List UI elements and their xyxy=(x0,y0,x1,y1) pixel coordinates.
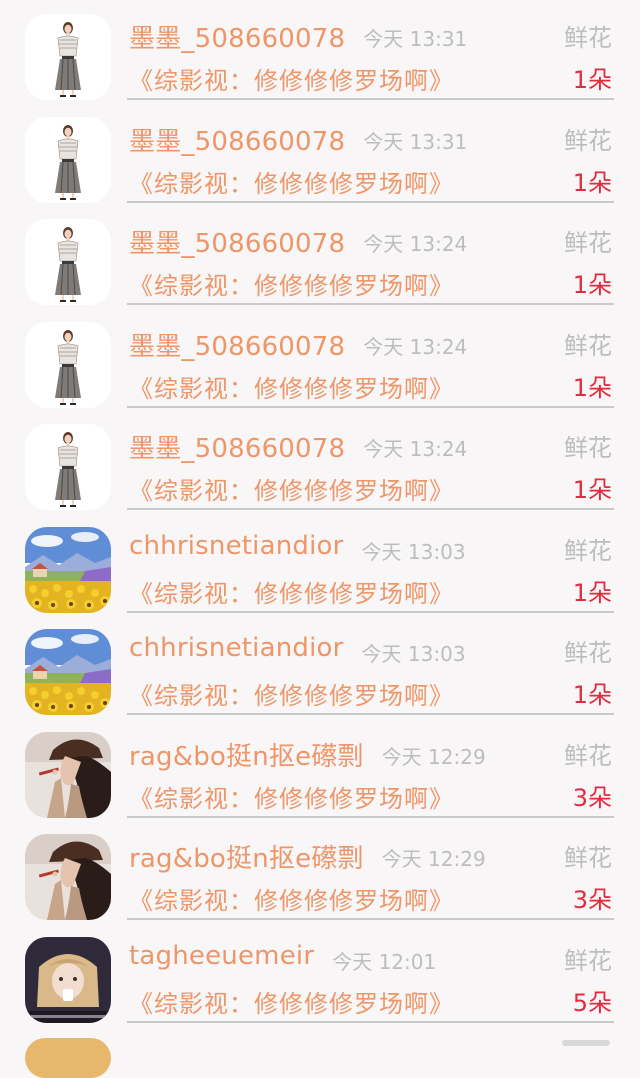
work-title[interactable]: 《综影视：修修修修罗场啊》 xyxy=(129,266,454,301)
landscape-painting-avatar[interactable] xyxy=(25,526,111,613)
gift-record-list: 墨墨_508660078 今天 13:31 鲜花 《综影视：修修修修罗场啊》 1… xyxy=(0,0,640,1025)
list-item[interactable]: chhrisnetiandior 今天 13:03 鲜花 《综影视：修修修修罗场… xyxy=(0,615,640,718)
gift-type: 鲜花 xyxy=(564,331,612,360)
sender-name[interactable]: 墨墨_508660078 xyxy=(129,428,345,465)
timestamp: 今天 12:29 xyxy=(381,744,486,769)
work-title[interactable]: 《综影视：修修修修罗场啊》 xyxy=(129,881,454,916)
gift-count: 1朵 xyxy=(572,578,612,607)
gift-count: 1朵 xyxy=(572,66,612,94)
list-item[interactable]: 墨墨_508660078 今天 13:24 鲜花 《综影视：修修修修罗场啊》 1… xyxy=(0,205,640,308)
list-item[interactable]: tagheeuemeir 今天 12:01 鲜花 《综影视：修修修修罗场啊》 5… xyxy=(0,923,640,1026)
divider xyxy=(127,918,614,920)
timestamp: 今天 13:03 xyxy=(361,642,466,666)
gift-type: 鲜花 xyxy=(564,946,612,975)
sender-name[interactable]: tagheeuemeir xyxy=(129,941,314,971)
woman-hat-avatar[interactable] xyxy=(25,731,111,818)
divider xyxy=(127,815,614,818)
sender-name[interactable]: chhrisnetiandior xyxy=(129,531,344,561)
list-item[interactable]: 墨墨_508660078 今天 13:24 鲜花 《综影视：修修修修罗场啊》 1… xyxy=(0,308,640,411)
work-title[interactable]: 《综影视：修修修修罗场啊》 xyxy=(129,676,454,711)
list-item[interactable]: 墨墨_508660078 今天 13:24 鲜花 《综影视：修修修修罗场啊》 1… xyxy=(0,410,640,513)
list-item[interactable]: 墨墨_508660078 今天 13:31 鲜花 《综影视：修修修修罗场啊》 1… xyxy=(0,103,640,206)
divider xyxy=(127,713,614,715)
gift-type: 鲜花 xyxy=(564,229,612,257)
fashion-girl-avatar[interactable] xyxy=(25,321,111,408)
gift-count: 1朵 xyxy=(572,168,612,197)
sender-name[interactable]: 墨墨_508660078 xyxy=(129,223,345,260)
work-title[interactable]: 《综影视：修修修修罗场啊》 xyxy=(129,984,454,1019)
list-item[interactable]: rag&bo挺n抠e礤剽 今天 12:29 鲜花 《综影视：修修修修罗场啊》 3… xyxy=(0,820,640,923)
gift-count: 5朵 xyxy=(572,988,612,1017)
gift-count: 1朵 xyxy=(572,373,612,402)
fashion-girl-avatar[interactable] xyxy=(25,424,111,510)
divider xyxy=(127,303,614,305)
sender-name[interactable]: chhrisnetiandior xyxy=(129,633,344,663)
work-title[interactable]: 《综影视：修修修修罗场啊》 xyxy=(129,369,454,404)
timestamp: 今天 13:24 xyxy=(363,334,468,359)
gift-count: 1朵 xyxy=(572,271,612,299)
timestamp: 今天 13:24 xyxy=(363,232,468,256)
sender-name[interactable]: 墨墨_508660078 xyxy=(129,121,345,158)
next-row-avatar-partial[interactable] xyxy=(25,1038,111,1078)
gift-type: 鲜花 xyxy=(564,24,612,52)
gift-count: 1朵 xyxy=(572,681,612,709)
divider xyxy=(127,405,614,408)
work-title[interactable]: 《综影视：修修修修罗场啊》 xyxy=(129,164,454,199)
work-title[interactable]: 《综影视：修修修修罗场啊》 xyxy=(129,779,454,814)
sender-name[interactable]: 墨墨_508660078 xyxy=(129,18,345,55)
timestamp: 今天 13:03 xyxy=(361,539,466,564)
gift-type: 鲜花 xyxy=(564,536,612,565)
gift-count: 3朵 xyxy=(572,783,612,812)
timestamp: 今天 13:31 xyxy=(363,27,468,51)
timestamp: 今天 13:31 xyxy=(363,129,468,154)
fashion-girl-avatar[interactable] xyxy=(25,116,111,203)
gift-count: 1朵 xyxy=(572,476,612,504)
sender-name[interactable]: rag&bo挺n抠e礤剽 xyxy=(129,736,364,773)
fashion-girl-avatar[interactable] xyxy=(25,14,111,100)
timestamp: 今天 12:01 xyxy=(332,949,437,974)
landscape-painting-avatar[interactable] xyxy=(25,629,111,715)
divider xyxy=(127,98,614,100)
gift-type: 鲜花 xyxy=(564,434,612,462)
gift-type: 鲜花 xyxy=(564,741,612,770)
blonde-girl-avatar[interactable] xyxy=(25,936,111,1023)
fashion-girl-avatar[interactable] xyxy=(25,219,111,305)
list-item[interactable]: 墨墨_508660078 今天 13:31 鲜花 《综影视：修修修修罗场啊》 1… xyxy=(0,0,640,103)
work-title[interactable]: 《综影视：修修修修罗场啊》 xyxy=(129,61,454,96)
timestamp: 今天 13:24 xyxy=(363,437,468,461)
sender-name[interactable]: rag&bo挺n抠e礤剽 xyxy=(129,838,364,875)
work-title[interactable]: 《综影视：修修修修罗场啊》 xyxy=(129,574,454,609)
divider xyxy=(127,1020,614,1023)
divider xyxy=(127,610,614,613)
list-item[interactable]: rag&bo挺n抠e礤剽 今天 12:29 鲜花 《综影视：修修修修罗场啊》 3… xyxy=(0,718,640,821)
list-item[interactable]: chhrisnetiandior 今天 13:03 鲜花 《综影视：修修修修罗场… xyxy=(0,513,640,616)
divider xyxy=(127,200,614,203)
work-title[interactable]: 《综影视：修修修修罗场啊》 xyxy=(129,471,454,506)
gift-type: 鲜花 xyxy=(564,844,612,872)
gift-type: 鲜花 xyxy=(564,126,612,155)
sender-name[interactable]: 墨墨_508660078 xyxy=(129,326,345,363)
woman-hat-avatar[interactable] xyxy=(25,834,111,920)
divider xyxy=(127,508,614,510)
gift-count: 3朵 xyxy=(572,886,612,914)
timestamp: 今天 12:29 xyxy=(381,847,486,871)
next-row-partial xyxy=(562,1040,610,1046)
gift-type: 鲜花 xyxy=(564,639,612,667)
